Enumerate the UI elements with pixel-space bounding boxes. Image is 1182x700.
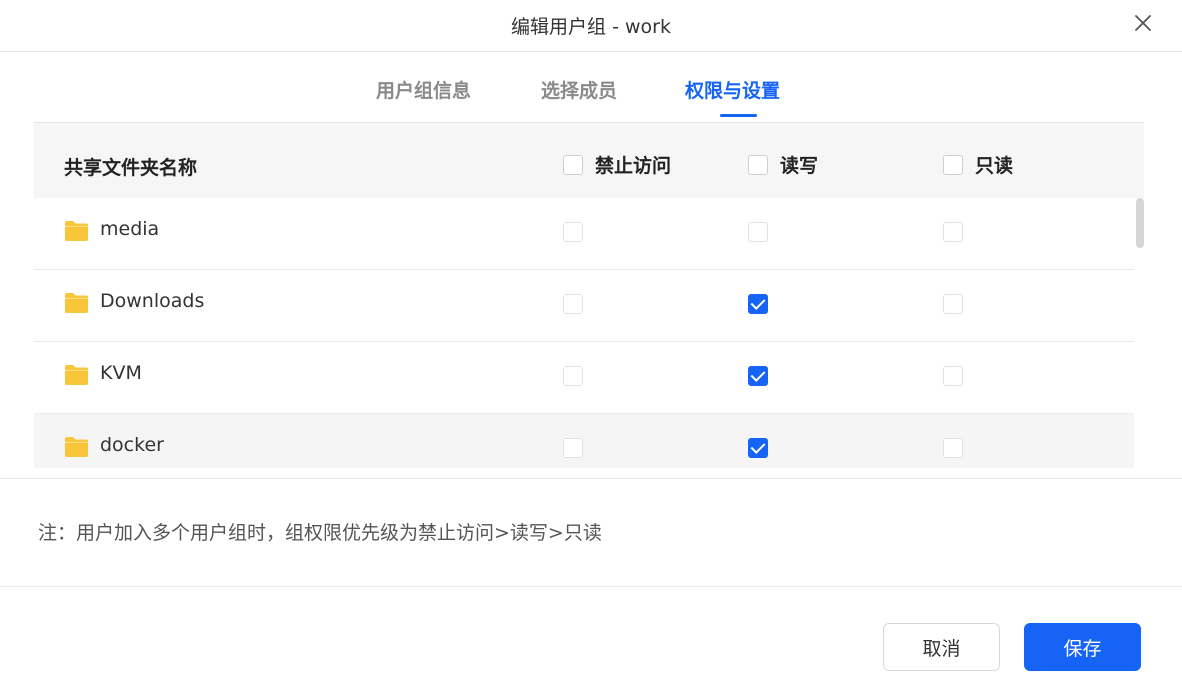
header-read-write-column: 读写 [748,151,818,178]
folder-icon [65,365,88,385]
deny-checkbox[interactable] [563,222,583,242]
permissions-table: 共享文件夹名称 禁止访问 读写 只读 media Downloads KVM d… [34,122,1144,468]
select-all-read-only-checkbox[interactable] [943,154,963,175]
tab-bar: 用户组信息 选择成员 权限与设置 [0,72,1182,118]
deny-checkbox[interactable] [563,366,583,386]
cancel-button[interactable]: 取消 [883,623,1000,671]
read-write-checkbox[interactable] [748,222,768,242]
divider [0,478,1182,479]
close-icon[interactable] [1130,10,1156,36]
deny-checkbox[interactable] [563,294,583,314]
dialog-title: 编辑用户组 - work [511,16,671,38]
table-body: media Downloads KVM docker [34,198,1134,468]
read-write-checkbox[interactable] [748,438,768,458]
folder-name: docker [100,434,164,456]
header-deny-column: 禁止访问 [563,151,671,178]
folder-name: Downloads [100,290,205,312]
folder-icon [65,221,88,241]
table-header: 共享文件夹名称 禁止访问 读写 只读 [34,122,1144,198]
read-write-checkbox[interactable] [748,294,768,314]
folder-icon [65,437,88,457]
header-read-only-column: 只读 [943,151,1013,178]
read-only-checkbox[interactable] [943,438,963,458]
tab-select-members[interactable]: 选择成员 [541,76,617,103]
dialog-header: 编辑用户组 - work [0,0,1182,52]
table-row: docker [34,414,1134,468]
read-write-checkbox[interactable] [748,366,768,386]
header-read-write-label: 读写 [780,155,819,177]
priority-note: 注：用户加入多个用户组时，组权限优先级为禁止访问>读写>只读 [38,522,602,544]
active-tab-indicator [720,114,757,117]
header-deny-label: 禁止访问 [595,155,672,177]
deny-checkbox[interactable] [563,438,583,458]
folder-name: KVM [100,362,142,384]
folder-name: media [100,218,160,240]
table-row: media [34,198,1134,270]
select-all-read-write-checkbox[interactable] [748,154,768,175]
header-read-only-label: 只读 [975,155,1014,177]
table-row: KVM [34,342,1134,414]
table-scrollbar[interactable] [1136,198,1144,248]
divider [0,586,1182,587]
read-only-checkbox[interactable] [943,366,963,386]
save-button[interactable]: 保存 [1024,623,1141,671]
select-all-deny-checkbox[interactable] [563,154,583,175]
header-folder-name: 共享文件夹名称 [64,157,198,179]
folder-icon [65,293,88,313]
read-only-checkbox[interactable] [943,294,963,314]
tab-group-info[interactable]: 用户组信息 [376,76,471,103]
tab-permissions-settings[interactable]: 权限与设置 [685,76,780,103]
read-only-checkbox[interactable] [943,222,963,242]
table-row: Downloads [34,270,1134,342]
